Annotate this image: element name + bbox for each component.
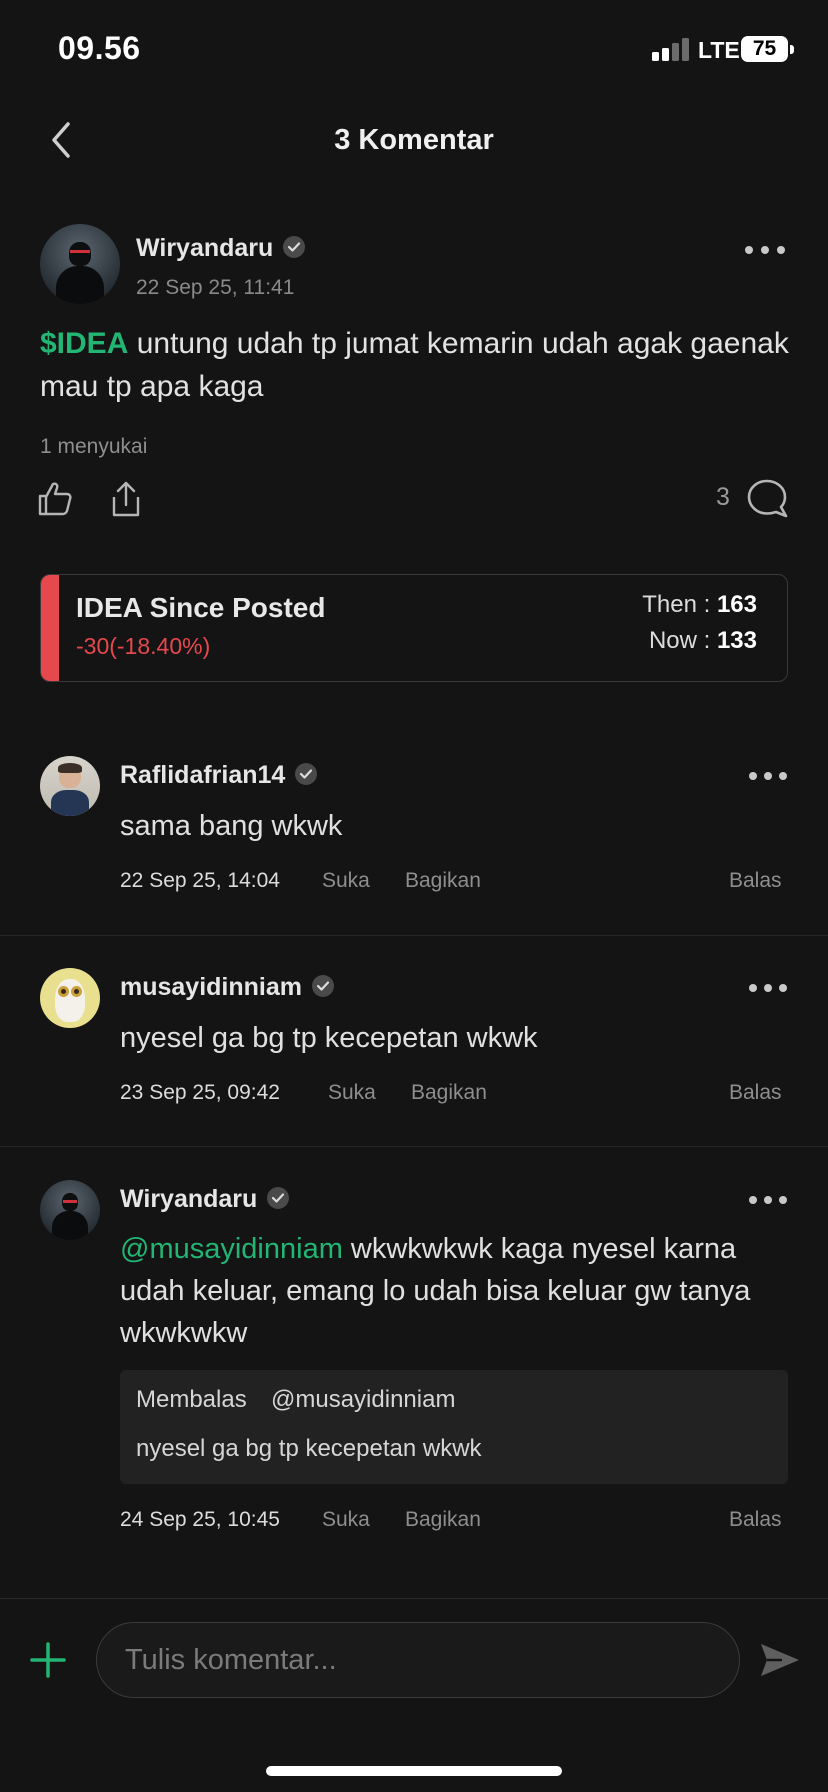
comment-input[interactable]: [96, 1622, 740, 1698]
share-link[interactable]: Bagikan: [411, 1081, 487, 1105]
like-link[interactable]: Suka: [322, 869, 370, 893]
performance-then: Then : 163: [642, 591, 757, 619]
avatar[interactable]: [40, 756, 100, 816]
header: 3 Komentar: [0, 100, 828, 182]
post-timestamp: 22 Sep 25, 11:41: [136, 276, 295, 299]
comment-timestamp: 24 Sep 25, 10:45: [120, 1508, 280, 1531]
home-indicator: [266, 1766, 562, 1776]
share-link[interactable]: Bagikan: [405, 1508, 481, 1532]
share-link[interactable]: Bagikan: [405, 869, 481, 893]
divider: [0, 935, 828, 936]
send-icon[interactable]: [758, 1640, 802, 1680]
comment-timestamp: 23 Sep 25, 09:42: [120, 1081, 280, 1104]
reply-quote[interactable]: Membalas @musayidinniam nyesel ga bg tp …: [120, 1370, 788, 1484]
reply-link[interactable]: Balas: [729, 869, 782, 893]
post-username[interactable]: Wiryandaru: [136, 234, 306, 263]
performance-change: -30(-18.40%): [76, 633, 211, 659]
then-value: 163: [716, 591, 757, 618]
avatar[interactable]: [40, 968, 100, 1028]
comment-username[interactable]: musayidinniam: [120, 973, 334, 1002]
more-icon[interactable]: [749, 770, 793, 782]
now-label: Now :: [648, 627, 717, 654]
like-link[interactable]: Suka: [322, 1508, 370, 1532]
battery-icon: 75: [741, 36, 788, 62]
share-icon[interactable]: [108, 479, 144, 519]
performance-now: Now : 133: [649, 627, 757, 655]
comment-timestamp: 22 Sep 25, 14:04: [120, 869, 280, 892]
status-bar: 09.56 LTE 75: [0, 0, 828, 100]
comment-text: nyesel ga bg tp kecepetan wkwk: [120, 1022, 538, 1054]
mention-link[interactable]: @musayidinniam: [120, 1233, 343, 1265]
verified-icon: [267, 1187, 290, 1210]
comment-count: 3: [716, 483, 730, 511]
page-title: 3 Komentar: [334, 124, 494, 156]
comment-text: sama bang wkwk: [120, 810, 343, 842]
then-label: Then :: [642, 591, 717, 618]
comment-composer: [0, 1598, 828, 1792]
comment-username[interactable]: Wiryandaru: [120, 1185, 290, 1214]
reply-link[interactable]: Balas: [729, 1508, 782, 1532]
post-body: untung udah tp jumat kemarin udah agak g…: [40, 327, 789, 403]
divider: [0, 1598, 828, 1599]
post-username-text: Wiryandaru: [136, 234, 274, 262]
more-icon[interactable]: [749, 982, 793, 994]
verified-icon: [312, 975, 334, 998]
reply-quote-text: nyesel ga bg tp kecepetan wkwk: [136, 1435, 482, 1462]
comment-username-text: Raflidafrian14: [120, 761, 286, 789]
reply-link[interactable]: Balas: [729, 1081, 782, 1105]
comment-username[interactable]: Raflidafrian14: [120, 761, 318, 790]
like-link[interactable]: Suka: [328, 1081, 376, 1105]
divider: [0, 1146, 828, 1147]
more-icon[interactable]: [749, 1194, 793, 1206]
comment-username-text: musayidinniam: [120, 973, 302, 1001]
performance-title: IDEA Since Posted: [76, 592, 326, 623]
reply-target: @musayidinniam: [271, 1386, 456, 1413]
comment-text: @musayidinniam wkwkwkwk kaga nyesel karn…: [120, 1228, 800, 1354]
comment-username-text: Wiryandaru: [120, 1185, 258, 1213]
post-text: $IDEA untung udah tp jumat kemarin udah …: [40, 322, 790, 408]
status-time: 09.56: [58, 30, 141, 66]
network-type: LTE: [698, 37, 740, 63]
verified-icon: [283, 236, 306, 259]
performance-accent-bar: [41, 575, 59, 681]
reply-prefix: Membalas: [136, 1386, 247, 1413]
battery-cap: [790, 45, 794, 54]
performance-card[interactable]: IDEA Since Posted -30(-18.40%) Then : 16…: [40, 574, 788, 682]
now-value: 133: [716, 627, 757, 654]
ticker-link[interactable]: $IDEA: [40, 327, 128, 360]
more-icon[interactable]: [745, 244, 789, 256]
plus-icon[interactable]: [28, 1640, 68, 1680]
avatar[interactable]: [40, 1180, 100, 1240]
verified-icon: [295, 763, 318, 786]
thumbs-up-icon[interactable]: [36, 480, 74, 518]
signal-icon: [652, 37, 692, 61]
avatar[interactable]: [40, 224, 120, 304]
comment-bubble-icon[interactable]: [746, 477, 790, 521]
likes-count[interactable]: 1 menyukai: [40, 435, 147, 459]
